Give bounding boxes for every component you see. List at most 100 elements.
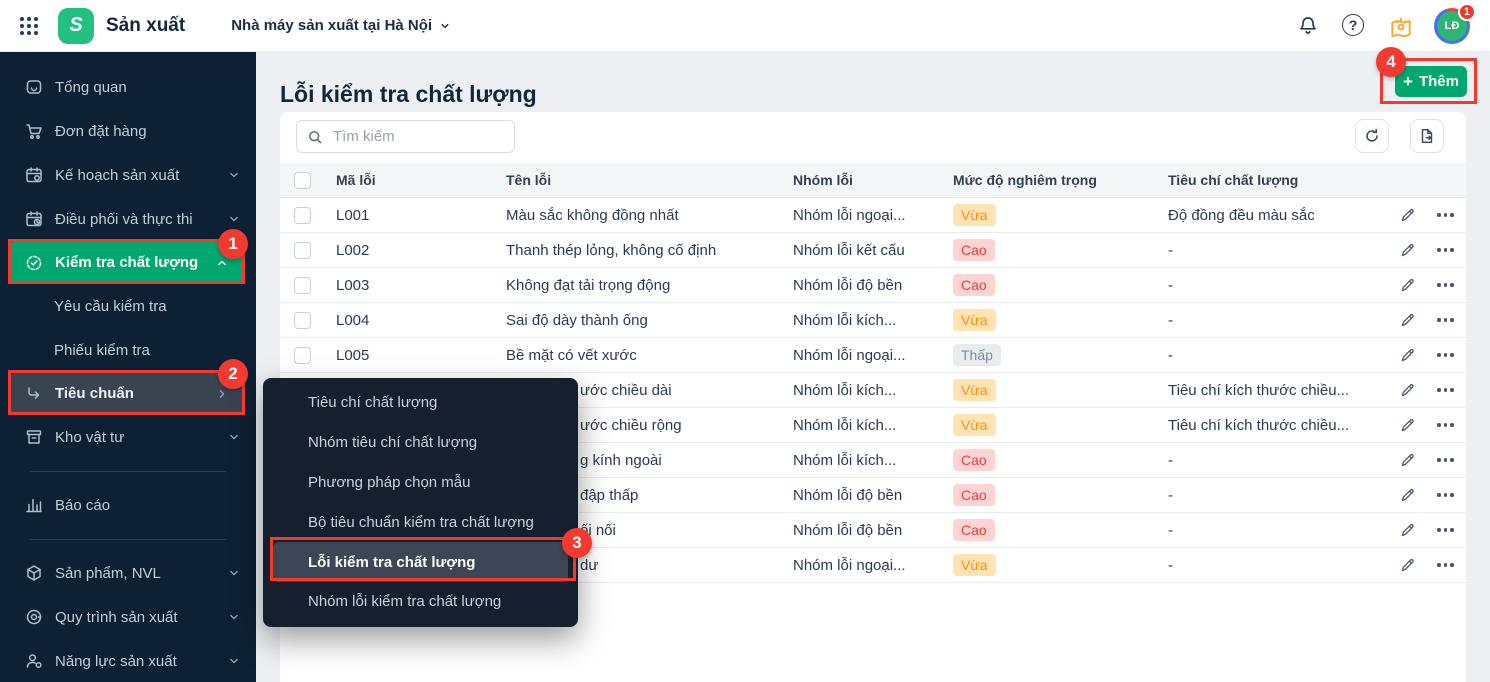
- cell-criteria: -: [1168, 276, 1173, 294]
- sidebar-item-6[interactable]: Phiếu kiểm tra: [0, 328, 256, 372]
- cell-code: L004: [336, 311, 370, 329]
- more-actions-icon[interactable]: [1437, 248, 1454, 252]
- sidebar-item-label: Tổng quan: [55, 78, 127, 96]
- chevron-right-icon: [214, 386, 230, 402]
- table-row-L004: L004 Sai độ dày thành ống Nhóm lỗi kích...…: [280, 303, 1466, 338]
- sidebar-item-1[interactable]: Đơn đặt hàng: [0, 109, 256, 153]
- search-input[interactable]: [331, 127, 504, 146]
- more-actions-icon[interactable]: [1437, 493, 1454, 497]
- guide-book-icon[interactable]: [1388, 14, 1412, 38]
- cell-criteria: -: [1168, 521, 1173, 539]
- column-header[interactable]: Mã lỗi: [324, 172, 494, 188]
- sidebar-item-label: Năng lực sản xuất: [55, 652, 177, 670]
- sidebar-item-label: Kiểm tra chất lượng: [55, 254, 199, 271]
- submenu-item-1[interactable]: Nhóm tiêu chí chất lượng: [263, 423, 578, 463]
- severity-badge: Cao: [953, 519, 995, 541]
- row-checkbox[interactable]: [293, 241, 311, 259]
- chevron-down-icon: [441, 23, 449, 28]
- chevron-down-icon: [226, 653, 242, 669]
- edit-pencil-icon[interactable]: [1399, 382, 1416, 399]
- sidebar-item-label: Sản phẩm, NVL: [55, 564, 161, 582]
- refresh-icon: [1366, 128, 1378, 142]
- cell-severity: Vừa: [941, 309, 1156, 331]
- sidebar-item-0[interactable]: Tổng quan: [0, 65, 256, 109]
- refresh-button[interactable]: [1355, 119, 1389, 153]
- home-icon: [24, 77, 44, 97]
- app-logo-icon[interactable]: S: [58, 7, 94, 44]
- submenu-item-5[interactable]: Nhóm lỗi kiểm tra chất lượng: [263, 582, 578, 622]
- row-checkbox[interactable]: [293, 276, 311, 294]
- cell-group: Nhóm lỗi độ bền: [793, 521, 903, 539]
- sidebar-item-12[interactable]: Sản phẩm, NVL: [0, 551, 256, 595]
- cell-severity: Cao: [941, 449, 1156, 471]
- edit-pencil-icon[interactable]: [1399, 452, 1416, 469]
- more-actions-icon[interactable]: [1437, 213, 1454, 217]
- column-header[interactable]: Mức độ nghiêm trọng: [941, 172, 1156, 188]
- sidebar-item-3[interactable]: Điều phối và thực thi: [0, 197, 256, 241]
- cube-icon: [24, 563, 44, 583]
- column-header[interactable]: Tiêu chí chất lượng: [1156, 172, 1381, 188]
- more-actions-icon[interactable]: [1437, 563, 1454, 567]
- edit-pencil-icon[interactable]: [1399, 277, 1416, 294]
- notifications-bell-icon[interactable]: [1296, 14, 1320, 38]
- cell-criteria: -: [1168, 311, 1173, 329]
- edit-pencil-icon[interactable]: [1399, 312, 1416, 329]
- export-button[interactable]: [1410, 119, 1444, 153]
- row-checkbox[interactable]: [293, 346, 311, 364]
- cell-severity: Vừa: [941, 204, 1156, 226]
- more-actions-icon[interactable]: [1437, 458, 1454, 462]
- sidebar-item-2[interactable]: Kế hoạch sản xuất: [0, 153, 256, 197]
- edit-pencil-icon[interactable]: [1399, 557, 1416, 574]
- app-grid-icon[interactable]: [17, 14, 41, 38]
- edit-pencil-icon[interactable]: [1399, 487, 1416, 504]
- severity-badge: Thấp: [953, 344, 1001, 366]
- user-avatar[interactable]: LĐ 1: [1434, 2, 1476, 44]
- severity-badge: Cao: [953, 449, 995, 471]
- submenu-item-0[interactable]: Tiêu chí chất lượng: [263, 383, 578, 423]
- more-actions-icon[interactable]: [1437, 388, 1454, 392]
- factory-selector[interactable]: Nhà máy sản xuất tại Hà Nội: [231, 17, 452, 34]
- production-app: S Sản xuất Nhà máy sản xuất tại Hà Nội ?…: [0, 0, 1490, 682]
- column-header[interactable]: Nhóm lỗi: [781, 172, 941, 188]
- sidebar-item-14[interactable]: Năng lực sản xuất: [0, 639, 256, 682]
- sidebar-item-label: Kế hoạch sản xuất: [55, 166, 180, 184]
- more-actions-icon[interactable]: [1437, 353, 1454, 357]
- sidebar-item-10[interactable]: Báo cáo: [0, 483, 256, 527]
- column-header[interactable]: Tên lỗi: [494, 172, 781, 188]
- severity-badge: Vừa: [953, 414, 996, 436]
- more-actions-icon[interactable]: [1437, 318, 1454, 322]
- row-checkbox[interactable]: [293, 311, 311, 329]
- sidebar-item-7[interactable]: Tiêu chuẩn: [8, 372, 244, 415]
- add-button[interactable]: + Thêm: [1395, 66, 1467, 97]
- submenu-item-3[interactable]: Bộ tiêu chuẩn kiểm tra chất lượng: [263, 502, 578, 542]
- submenu-item-4[interactable]: Lỗi kiểm tra chất lượng: [273, 542, 568, 582]
- edit-pencil-icon[interactable]: [1399, 207, 1416, 224]
- more-actions-icon[interactable]: [1437, 528, 1454, 532]
- sidebar-item-label: Báo cáo: [55, 496, 111, 514]
- sidebar-item-label: Kho vật tư: [55, 428, 125, 446]
- sidebar-item-13[interactable]: Quy trình sản xuất: [0, 595, 256, 639]
- sidebar-item-label: Yêu cầu kiểm tra: [54, 297, 167, 315]
- add-button-label: Thêm: [1418, 73, 1459, 90]
- calendar-clock-icon: [24, 209, 44, 229]
- submenu-item-2[interactable]: Phương pháp chọn mẫu: [263, 463, 578, 503]
- help-icon[interactable]: ?: [1342, 13, 1366, 38]
- edit-pencil-icon[interactable]: [1399, 417, 1416, 434]
- edit-pencil-icon[interactable]: [1399, 242, 1416, 259]
- more-actions-icon[interactable]: [1437, 283, 1454, 287]
- row-checkbox[interactable]: [293, 206, 311, 224]
- sidebar-item-8[interactable]: Kho vật tư: [0, 415, 256, 459]
- more-actions-icon[interactable]: [1437, 423, 1454, 427]
- factory-selector-label: Nhà máy sản xuất tại Hà Nội: [231, 17, 433, 34]
- edit-pencil-icon[interactable]: [1399, 347, 1416, 364]
- severity-badge: Cao: [953, 239, 995, 261]
- cell-name: Sai độ dày thành ống: [506, 311, 648, 329]
- select-all-checkbox[interactable]: [293, 171, 311, 189]
- edit-pencil-icon[interactable]: [1399, 522, 1416, 539]
- cell-criteria: -: [1168, 451, 1173, 469]
- cell-group: Nhóm lỗi kết cấu: [793, 241, 905, 259]
- sidebar-item-5[interactable]: Yêu cầu kiểm tra: [0, 284, 256, 328]
- cell-group: Nhóm lỗi kích...: [793, 416, 897, 434]
- sidebar-item-4[interactable]: Kiểm tra chất lượng: [8, 241, 244, 284]
- top-header: S Sản xuất Nhà máy sản xuất tại Hà Nội ?…: [0, 0, 1490, 52]
